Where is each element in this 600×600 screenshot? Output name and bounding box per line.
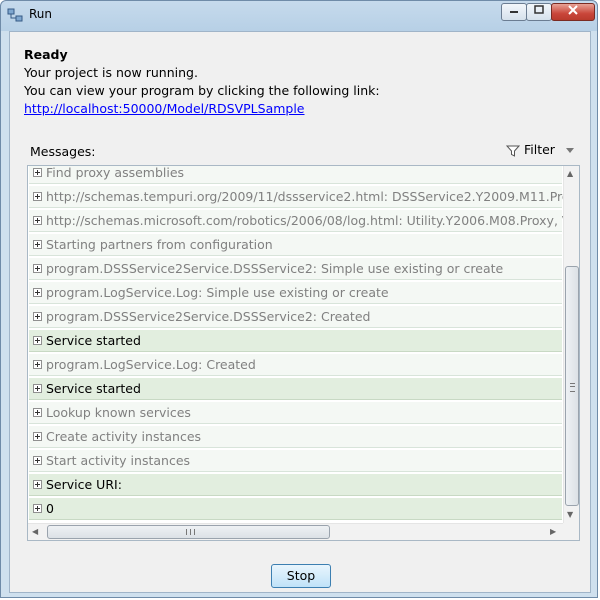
status-line-1: Your project is now running. xyxy=(24,65,198,80)
message-text: Starting partners from configuration xyxy=(46,237,273,252)
horizontal-scrollbar[interactable]: ◀ ▶ xyxy=(28,523,563,540)
message-text: 0 xyxy=(46,501,54,516)
app-icon xyxy=(7,8,23,22)
horizontal-scroll-thumb[interactable] xyxy=(47,525,330,539)
filter-label: Filter xyxy=(523,142,555,157)
scroll-right-arrow-icon[interactable]: ▶ xyxy=(550,527,556,536)
message-text: program.DSSService2Service.DSSService2: … xyxy=(46,261,504,276)
expand-icon[interactable] xyxy=(33,312,42,321)
grip-icon xyxy=(570,383,575,392)
message-text: http://schemas.tempuri.org/2009/11/dssse… xyxy=(46,189,563,204)
message-text: program.LogService.Log: Created xyxy=(46,357,256,372)
run-window: Run Ready Your project is now running. Y… xyxy=(0,0,598,598)
status-title: Ready xyxy=(24,47,68,62)
expand-icon[interactable] xyxy=(33,432,42,441)
program-link[interactable]: http://localhost:50000/Model/RDSVPLSampl… xyxy=(24,101,305,116)
maximize-icon xyxy=(534,5,544,14)
filter-button[interactable]: Filter xyxy=(505,142,576,160)
title-bar[interactable]: Run xyxy=(1,1,597,29)
expand-icon[interactable] xyxy=(33,384,42,393)
message-row[interactable]: 0 xyxy=(29,498,562,520)
message-text: Service started xyxy=(46,381,141,396)
expand-icon[interactable] xyxy=(33,168,42,177)
message-row[interactable]: Starting partners from configuration xyxy=(29,234,562,256)
expand-icon[interactable] xyxy=(33,216,42,225)
grip-icon xyxy=(186,529,195,535)
messages-rows: Find proxy assemblies http://schemas.temp… xyxy=(28,166,563,523)
message-row[interactable]: Service URI: xyxy=(29,474,562,496)
stop-button[interactable]: Stop xyxy=(271,564,331,588)
message-row[interactable]: program.DSSService2Service.DSSService2: … xyxy=(29,258,562,280)
expand-icon[interactable] xyxy=(33,456,42,465)
minimize-icon xyxy=(510,11,518,13)
messages-list[interactable]: Find proxy assemblies http://schemas.temp… xyxy=(27,165,580,541)
close-button[interactable] xyxy=(551,3,595,21)
message-row[interactable]: Find proxy assemblies xyxy=(29,166,562,184)
scroll-down-arrow-icon[interactable]: ▼ xyxy=(567,510,573,519)
message-text: program.DSSService2Service.DSSService2: … xyxy=(46,309,371,324)
message-row[interactable]: Lookup known services xyxy=(29,402,562,424)
expand-icon[interactable] xyxy=(33,192,42,201)
minimize-button[interactable] xyxy=(501,3,527,21)
message-row[interactable]: Start activity instances xyxy=(29,450,562,472)
message-row[interactable]: http://schemas.tempuri.org/2009/11/dssse… xyxy=(29,186,563,208)
expand-icon[interactable] xyxy=(33,288,42,297)
message-text: Service started xyxy=(46,333,141,348)
expand-icon[interactable] xyxy=(33,408,42,417)
messages-label: Messages: xyxy=(30,144,96,159)
status-block: Ready Your project is now running. You c… xyxy=(24,46,380,118)
expand-icon[interactable] xyxy=(33,264,42,273)
message-text: Start activity instances xyxy=(46,453,191,468)
message-text: program.LogService.Log: Simple use exist… xyxy=(46,285,389,300)
vertical-scroll-thumb[interactable] xyxy=(565,266,579,506)
chevron-down-icon xyxy=(565,147,574,153)
scrollbar-corner xyxy=(563,523,579,540)
close-icon xyxy=(568,5,578,15)
message-text: Find proxy assemblies xyxy=(46,166,185,180)
message-row[interactable]: program.DSSService2Service.DSSService2: … xyxy=(29,306,562,328)
expand-icon[interactable] xyxy=(33,360,42,369)
message-row[interactable]: program.LogService.Log: Simple use exist… xyxy=(29,282,562,304)
message-text: Create activity instances xyxy=(46,429,202,444)
message-row[interactable]: http://schemas.microsoft.com/robotics/20… xyxy=(29,210,563,232)
filter-icon xyxy=(505,145,521,157)
message-row[interactable]: Service started xyxy=(29,330,562,352)
expand-icon[interactable] xyxy=(33,480,42,489)
scroll-left-arrow-icon[interactable]: ◀ xyxy=(32,527,38,536)
expand-icon[interactable] xyxy=(33,336,42,345)
message-row[interactable]: program.LogService.Log: Created xyxy=(29,354,562,376)
window-title: Run xyxy=(29,7,53,21)
vertical-scrollbar[interactable]: ▲ ▼ xyxy=(563,166,579,523)
status-line-2: You can view your program by clicking th… xyxy=(24,83,380,98)
expand-icon[interactable] xyxy=(33,240,42,249)
message-row[interactable]: Create activity instances xyxy=(29,426,562,448)
expand-icon[interactable] xyxy=(33,504,42,513)
scroll-up-arrow-icon[interactable]: ▲ xyxy=(567,169,573,178)
maximize-button[interactable] xyxy=(526,3,552,21)
message-text: Lookup known services xyxy=(46,405,191,420)
message-text: http://schemas.microsoft.com/robotics/20… xyxy=(46,213,563,228)
message-row[interactable]: Service started xyxy=(29,378,562,400)
message-text: Service URI: xyxy=(46,477,122,492)
dialog-content: Ready Your project is now running. You c… xyxy=(9,31,591,593)
